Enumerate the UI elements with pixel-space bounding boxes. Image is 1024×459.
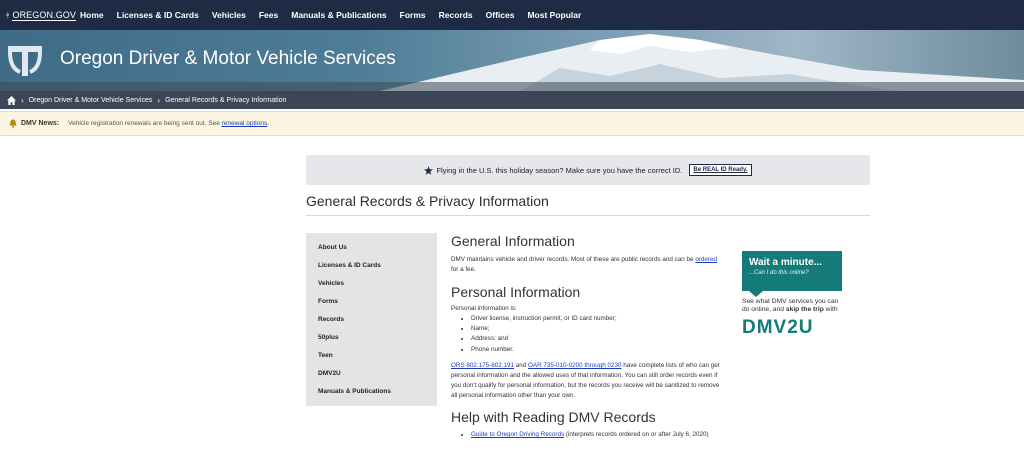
driving-records-guide-link[interactable]: Guide to Oregon Driving Records xyxy=(471,431,564,438)
tree-icon xyxy=(6,11,10,19)
real-id-ready-button[interactable]: Be REAL ID Ready. xyxy=(689,164,752,176)
sidebar-item-teen[interactable]: Teen xyxy=(318,350,437,368)
nav-offices[interactable]: Offices xyxy=(486,10,515,20)
nav-records[interactable]: Records xyxy=(439,10,473,20)
bell-icon xyxy=(9,119,17,128)
promo-heading: Wait a minute... xyxy=(749,257,822,268)
real-id-notice: Flying in the U.S. this holiday season? … xyxy=(306,155,870,185)
logo-text: OREGON.GOV xyxy=(12,9,76,21)
nav-vehicles[interactable]: Vehicles xyxy=(212,10,246,20)
list-item: Guide to Oregon Driving Records (interpr… xyxy=(471,430,726,440)
news-banner: DMV News: Vehicle registration renewals … xyxy=(0,111,1024,136)
list-item: Driver license, instruction permit, or I… xyxy=(471,314,726,324)
breadcrumb-current: General Records & Privacy Information xyxy=(165,96,287,104)
sidebar-item-dmv2u[interactable]: DMV2U xyxy=(318,368,437,386)
nav-licenses-id-cards[interactable]: Licenses & ID Cards xyxy=(117,10,199,20)
chevron-right-icon: › xyxy=(21,95,24,105)
title-divider xyxy=(306,215,870,216)
sidebar-item-licenses-id-cards[interactable]: Licenses & ID Cards xyxy=(318,260,437,278)
oregon-gov-logo[interactable]: OREGON.GOV xyxy=(6,8,76,22)
news-label: DMV News: xyxy=(21,120,60,127)
top-nav: OREGON.GOV Home Licenses & ID Cards Vehi… xyxy=(0,0,1024,30)
oar-link[interactable]: OAR 735-010-0200 through 0230 xyxy=(528,362,621,369)
home-icon[interactable] xyxy=(7,95,16,105)
personal-information-heading: Personal Information xyxy=(451,284,581,300)
ors-link[interactable]: ORS 802.175-802.191 xyxy=(451,362,514,369)
sidebar-item-about-us[interactable]: About Us xyxy=(318,242,437,260)
personal-information-list: Driver license, instruction permit, or I… xyxy=(471,314,726,355)
sidebar-nav: About Us Licenses & ID Cards Vehicles Fo… xyxy=(306,233,437,406)
breadcrumb: › Oregon Driver & Motor Vehicle Services… xyxy=(0,91,1024,109)
promo-callout-tail xyxy=(749,291,763,297)
sidebar-item-manuals-publications[interactable]: Manuals & Publications xyxy=(318,386,437,404)
dmv2u-logo: DMV2U xyxy=(742,316,814,338)
nav-home[interactable]: Home xyxy=(80,10,104,20)
help-list: Guide to Oregon Driving Records (interpr… xyxy=(471,430,726,440)
promo-subheading: ...Can I do this online? xyxy=(749,270,809,276)
odot-logo-icon xyxy=(8,46,42,76)
star-icon xyxy=(424,165,434,175)
promo-callout: Wait a minute... ...Can I do this online… xyxy=(742,251,842,291)
site-title: Oregon Driver & Motor Vehicle Services xyxy=(60,48,396,69)
general-information-text: DMV maintains vehicle and driver records… xyxy=(451,256,718,273)
news-text: Vehicle registration renewals are being … xyxy=(68,120,220,127)
list-item: Phone number. xyxy=(471,345,726,355)
general-information-heading: General Information xyxy=(451,233,575,249)
hero-banner: Oregon Driver & Motor Vehicle Services xyxy=(0,30,1024,91)
sidebar-item-vehicles[interactable]: Vehicles xyxy=(318,278,437,296)
page-title: General Records & Privacy Information xyxy=(306,193,549,209)
list-item: Name; xyxy=(471,324,726,334)
help-reading-records-heading: Help with Reading DMV Records xyxy=(451,408,656,425)
nav-manuals-publications[interactable]: Manuals & Publications xyxy=(291,10,386,20)
nav-most-popular[interactable]: Most Popular xyxy=(527,10,581,20)
main-content: General Information DMV maintains vehicl… xyxy=(451,233,726,440)
dmv2u-promo[interactable]: Wait a minute... ...Can I do this online… xyxy=(742,251,842,339)
promo-body: See what DMV services you can do online,… xyxy=(742,298,839,314)
chevron-right-icon: › xyxy=(157,95,161,105)
ordered-link[interactable]: ordered xyxy=(695,256,717,263)
sidebar-item-forms[interactable]: Forms xyxy=(318,296,437,314)
nav-forms[interactable]: Forms xyxy=(400,10,426,20)
personal-information-paragraph: ORS 802.175-802.191 and OAR 735-010-0200… xyxy=(451,361,720,399)
list-item: Address; and xyxy=(471,334,726,344)
breadcrumb-dmv[interactable]: Oregon Driver & Motor Vehicle Services xyxy=(29,97,153,104)
nav-fees[interactable]: Fees xyxy=(259,10,278,20)
sidebar-item-records[interactable]: Records xyxy=(318,314,437,332)
personal-information-intro: Personal information is: xyxy=(451,305,517,312)
renewal-options-link[interactable]: renewal options xyxy=(222,120,268,127)
sidebar-item-50plus[interactable]: 50plus xyxy=(318,332,437,350)
real-id-text: Flying in the U.S. this holiday season? … xyxy=(436,165,683,175)
